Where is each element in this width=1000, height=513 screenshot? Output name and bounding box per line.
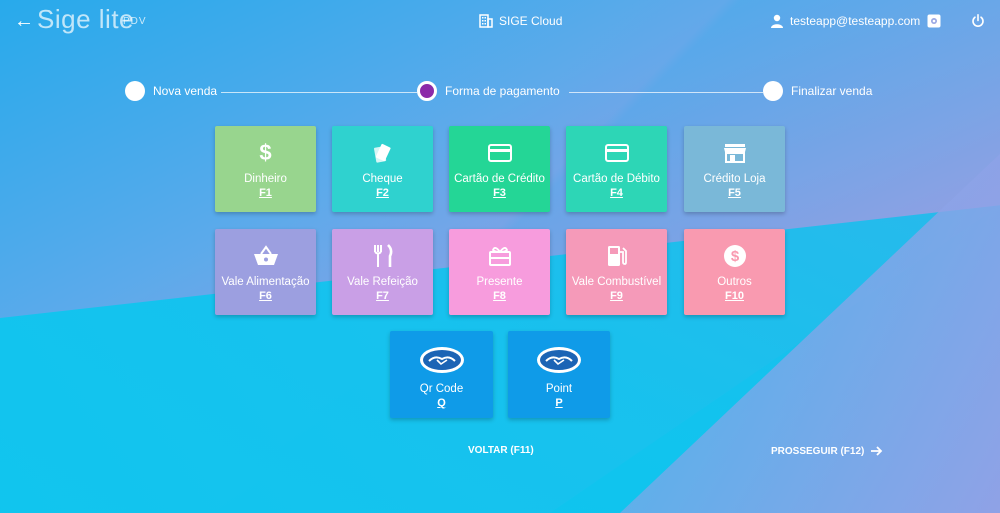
payment-shortcut: F6 <box>259 290 272 302</box>
payment-shortcut: F8 <box>493 290 506 302</box>
building-icon <box>479 14 493 28</box>
payment-credito-loja-button[interactable]: Crédito Loja F5 <box>684 126 785 212</box>
voltar-button[interactable]: VOLTAR (F11) <box>468 445 534 456</box>
payment-cartao-debito-button[interactable]: Cartão de Débito F4 <box>566 126 667 212</box>
checkout-stepper: Nova venda Forma de pagamento Finalizar … <box>125 81 875 103</box>
payment-label: Qr Code <box>419 383 464 395</box>
payment-shortcut: F1 <box>259 187 272 199</box>
payment-point-button[interactable]: Point P <box>508 331 610 418</box>
store-icon <box>723 144 746 163</box>
mercadopago-icon <box>537 347 581 373</box>
user-email: testeapp@testeapp.com <box>790 14 921 28</box>
cloud-label: SIGE Cloud <box>499 14 563 28</box>
step-label: Finalizar venda <box>791 84 873 98</box>
payment-vale-refeicao-button[interactable]: Vale Refeição F7 <box>332 229 433 315</box>
payment-label: Point <box>545 383 573 395</box>
step-forma-de-pagamento: Forma de pagamento <box>417 81 560 101</box>
mercadopago-icon <box>419 347 464 373</box>
step-label: Forma de pagamento <box>445 84 560 98</box>
payment-label: Dinheiro <box>244 173 287 185</box>
prosseguir-button[interactable]: PROSSEGUIR (F12) <box>771 445 883 457</box>
payment-label: Presente <box>476 276 523 288</box>
step-nova-venda: Nova venda <box>125 81 217 101</box>
top-bar: ← Sige lite PDV SIGE Cloud testeapp@test… <box>0 0 1000 44</box>
step-label: Nova venda <box>153 84 218 98</box>
payment-shortcut: Q <box>437 397 446 409</box>
payment-vale-combustivel-button[interactable]: Vale Combustível F9 <box>566 229 667 315</box>
payment-label: Crédito Loja <box>703 173 766 185</box>
power-icon[interactable] <box>971 14 985 28</box>
basket-icon <box>253 245 278 265</box>
payment-label: Outros <box>717 276 752 288</box>
app-logo: Sige lite <box>37 4 134 34</box>
svg-text:$: $ <box>730 248 739 265</box>
debit-card-icon <box>604 144 629 162</box>
payment-shortcut: F10 <box>725 290 744 302</box>
cheque-icon <box>373 143 391 163</box>
payment-shortcut: F9 <box>610 290 623 302</box>
arrow-right-icon <box>871 446 883 456</box>
payment-qr-code-button[interactable]: Qr Code Q <box>390 331 493 418</box>
payment-label: Cartão de Crédito <box>454 173 545 185</box>
payment-label: Vale Alimentação <box>221 276 310 288</box>
payment-dinheiro-button[interactable]: $ Dinheiro F1 <box>215 126 316 212</box>
gift-icon <box>488 247 511 266</box>
user-menu[interactable]: testeapp@testeapp.com <box>770 14 920 28</box>
credit-card-icon <box>487 144 512 162</box>
step-indicator-active <box>417 81 437 101</box>
payment-vale-alimentacao-button[interactable]: Vale Alimentação F6 <box>215 229 316 315</box>
step-indicator <box>125 81 145 101</box>
gear-icon[interactable] <box>927 14 941 28</box>
utensils-icon <box>373 244 392 267</box>
payment-shortcut: F2 <box>376 187 389 199</box>
payment-label: Vale Combustível <box>571 276 662 288</box>
coin-icon: $ <box>723 245 746 267</box>
app-logo-subtitle: PDV <box>123 16 147 27</box>
payment-shortcut: F7 <box>376 290 389 302</box>
step-finalizar-venda: Finalizar venda <box>763 81 872 101</box>
fuel-icon <box>607 246 627 266</box>
payment-shortcut: F3 <box>493 187 506 199</box>
payment-shortcut: P <box>555 397 563 409</box>
step-indicator <box>763 81 783 101</box>
payment-label: Cheque <box>362 173 403 185</box>
payment-shortcut: F5 <box>728 187 741 199</box>
payment-cheque-button[interactable]: Cheque F2 <box>332 126 433 212</box>
payment-shortcut: F4 <box>610 187 623 199</box>
payment-outros-button[interactable]: $ Outros F10 <box>684 229 785 315</box>
payment-label: Vale Refeição <box>347 276 418 288</box>
payment-presente-button[interactable]: Presente F8 <box>449 229 550 315</box>
step-connector <box>221 92 417 93</box>
user-icon <box>771 14 783 28</box>
step-connector <box>569 92 763 93</box>
prosseguir-label: PROSSEGUIR (F12) <box>771 445 865 457</box>
cloud-indicator: SIGE Cloud <box>479 14 562 28</box>
back-arrow-icon[interactable]: ← <box>14 10 34 33</box>
payment-label: Cartão de Débito <box>573 173 660 185</box>
payment-cartao-credito-button[interactable]: Cartão de Crédito F3 <box>449 126 550 212</box>
dollar-icon: $ <box>259 140 272 165</box>
